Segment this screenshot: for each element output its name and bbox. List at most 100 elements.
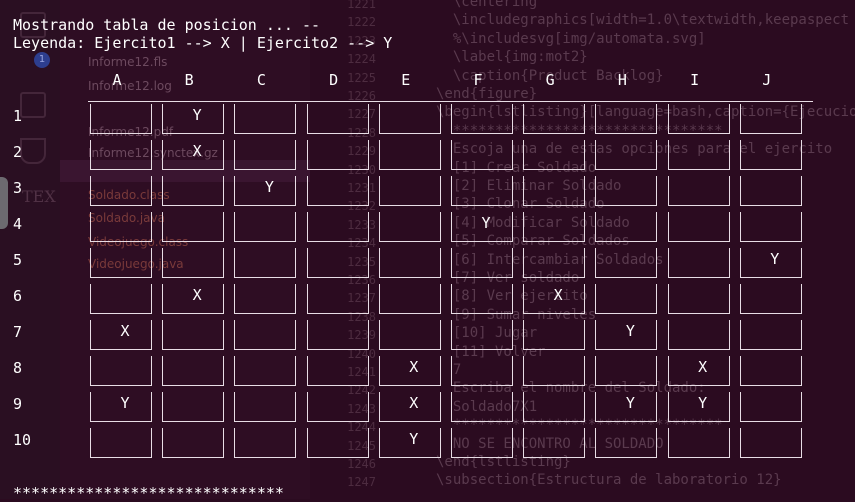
terminal-footer-stars: ****************************** — [13, 484, 284, 502]
line-number: 1225 — [347, 70, 376, 85]
notification-badge: 1 — [34, 52, 50, 68]
row-header: 10 — [13, 431, 32, 449]
board-cell — [595, 176, 658, 206]
explorer-file-item[interactable]: Informe12.fls — [88, 55, 167, 69]
board-cell — [90, 356, 152, 386]
board-cell — [739, 176, 802, 206]
line-number: 1247 — [347, 475, 376, 490]
board-cell — [162, 212, 225, 242]
board-cell — [523, 104, 586, 134]
army2-marker: Y — [264, 178, 274, 196]
board-cell — [90, 104, 152, 134]
column-header: B — [184, 71, 194, 89]
board-cell — [306, 176, 369, 206]
code-line: \label{img:mot2} — [436, 49, 588, 66]
army1-marker: X — [698, 358, 708, 376]
column-header: C — [256, 71, 266, 89]
board-cell — [306, 428, 369, 458]
board-cell — [667, 428, 730, 458]
board-cell — [162, 248, 225, 278]
board-cell — [595, 212, 658, 242]
army1-marker: X — [409, 358, 419, 376]
window-handle[interactable] — [0, 177, 8, 229]
board-cell — [378, 212, 441, 242]
army2-marker: Y — [120, 394, 130, 412]
army1-marker: X — [192, 286, 202, 304]
row-header: 2 — [13, 143, 23, 161]
code-line: \subsection{Estructura de laboratorio 12… — [436, 472, 782, 489]
column-header: D — [329, 71, 339, 89]
board-cell — [739, 320, 802, 350]
board-cell — [739, 428, 802, 458]
terminal-header-line: Mostrando tabla de posicion ... -- — [13, 16, 321, 34]
board-cell — [162, 392, 225, 422]
column-header: E — [401, 71, 411, 89]
extensions-icon[interactable] — [20, 92, 46, 118]
board-cell — [234, 104, 297, 134]
column-header: F — [473, 71, 483, 89]
board-cell — [451, 320, 513, 350]
terminal-legend-line: Leyenda: Ejercito1 --> X | Ejercito2 -->… — [13, 34, 393, 52]
board-cell — [739, 392, 802, 422]
board-cell — [523, 212, 586, 242]
board-cell — [162, 356, 225, 386]
column-header: H — [617, 71, 627, 89]
row-header: 7 — [13, 323, 23, 341]
board-cell — [306, 392, 369, 422]
board-cell — [523, 428, 586, 458]
army1-marker: X — [409, 394, 419, 412]
army1-marker: X — [120, 322, 130, 340]
board-cell — [162, 320, 225, 350]
flask-icon[interactable] — [20, 138, 46, 164]
board-top-border — [88, 101, 813, 102]
board-cell — [306, 320, 369, 350]
column-header: I — [690, 71, 700, 89]
board-cell — [378, 176, 441, 206]
board-cell — [523, 140, 586, 170]
board-cell — [234, 392, 297, 422]
board-cell — [667, 176, 730, 206]
board-cell — [451, 248, 513, 278]
board-cell — [451, 176, 513, 206]
army2-marker: Y — [770, 250, 780, 268]
board-cell — [306, 284, 369, 314]
board-cell — [378, 284, 441, 314]
line-number: 1222 — [347, 15, 376, 30]
board-cell — [306, 140, 369, 170]
board-cell — [451, 356, 513, 386]
row-header: 4 — [13, 215, 23, 233]
board-cell — [667, 140, 730, 170]
board-cell — [523, 392, 586, 422]
army2-marker: Y — [625, 322, 635, 340]
code-line: %\includesvg[img/automata.svg] — [436, 30, 706, 47]
board-cell — [523, 248, 586, 278]
board-cell — [234, 248, 297, 278]
board-cell — [306, 248, 369, 278]
row-header: 6 — [13, 287, 23, 305]
explorer-file-item[interactable]: Informe12.log — [88, 79, 172, 93]
tex-icon[interactable]: TEX — [22, 187, 56, 206]
board-cell — [667, 284, 730, 314]
board-cell — [667, 104, 730, 134]
board-cell — [739, 140, 802, 170]
army2-marker: Y — [481, 214, 491, 232]
board-cell — [739, 284, 802, 314]
board-cell — [451, 140, 513, 170]
board-cell — [451, 392, 513, 422]
code-line: \centering — [436, 0, 538, 10]
board-cell — [306, 356, 369, 386]
board-cell — [234, 356, 297, 386]
board-cell — [451, 104, 513, 134]
board-cell — [523, 176, 586, 206]
row-header: 1 — [13, 107, 23, 125]
board-cell — [523, 320, 586, 350]
row-header: 8 — [13, 359, 23, 377]
board-cell — [667, 320, 730, 350]
board-cell — [306, 212, 369, 242]
column-header: J — [762, 71, 772, 89]
board-cell — [667, 248, 730, 278]
line-number: 1221 — [347, 0, 376, 11]
board-cell — [234, 212, 297, 242]
board-cell — [234, 428, 297, 458]
army2-marker: Y — [192, 106, 202, 124]
